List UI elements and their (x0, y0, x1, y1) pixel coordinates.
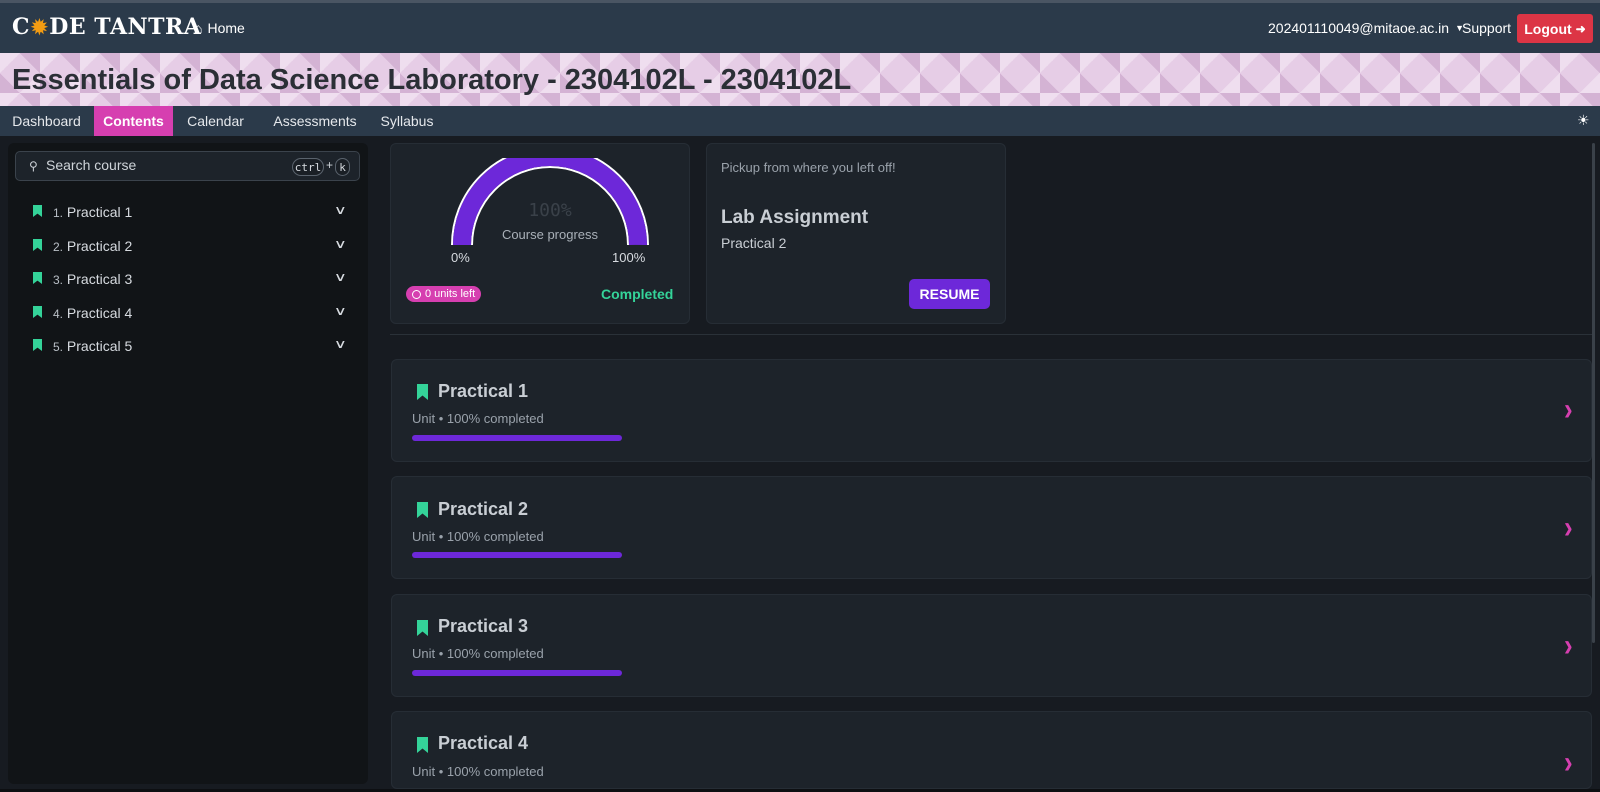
sidebar-item-label: 2. Practical 2 (53, 238, 132, 254)
sidebar-item-practical-1[interactable]: 1. Practical 1 ∨ (15, 197, 360, 227)
chevron-right-icon[interactable]: › (1564, 744, 1573, 781)
support-link[interactable]: Support (1462, 20, 1511, 36)
units-left-badge: 0 units left (406, 286, 482, 302)
home-label: Home (207, 20, 245, 36)
gauge-max-label: 100% (612, 250, 646, 265)
tab-contents[interactable]: Contents (94, 106, 173, 136)
clock-icon (412, 289, 421, 299)
shortcut-k-key: k (335, 158, 350, 176)
unit-title: Practical 4 (438, 733, 529, 753)
gear-logo-icon: ✹ (31, 15, 49, 39)
bookmark-icon (33, 339, 42, 351)
unit-card-practical-3[interactable] (391, 594, 1592, 697)
bookmark-icon (33, 205, 42, 217)
chevron-right-icon[interactable]: › (1564, 391, 1573, 428)
unit-subtitle: Unit • 100% completed (412, 646, 544, 661)
gauge-min-label: 0% (451, 250, 470, 265)
logout-label: Logout (1524, 20, 1572, 37)
tab-calendar[interactable]: Calendar (173, 106, 258, 136)
sidebar-item-label: 3. Practical 3 (53, 271, 132, 287)
unit-card-practical-2[interactable] (391, 476, 1592, 579)
progress-percent: 100% (528, 200, 572, 221)
unit-subtitle: Unit • 100% completed (412, 764, 544, 779)
home-icon: ⌂ (194, 20, 203, 36)
unit-title: Practical 3 (438, 616, 529, 636)
units-left-text: 0 units left (425, 288, 476, 300)
sidebar-item-number: 5. (53, 340, 64, 354)
resume-subtitle: Practical 2 (721, 235, 787, 251)
unit-card-practical-4[interactable] (391, 711, 1592, 789)
sidebar-item-practical-4[interactable]: 4. Practical 4 ∨ (15, 298, 360, 328)
chevron-down-icon[interactable]: ∨ (334, 203, 347, 217)
chevron-right-icon[interactable]: › (1564, 509, 1573, 546)
sidebar-item-text: Practical 3 (66, 271, 133, 287)
sidebar-item-practical-2[interactable]: 2. Practical 2 ∨ (15, 231, 360, 261)
unit-progress-bar (412, 552, 622, 558)
bookmark-icon (33, 272, 42, 284)
sidebar-item-number: 2. (53, 240, 64, 254)
chevron-right-icon[interactable]: › (1564, 627, 1573, 664)
unit-progress-bar (412, 670, 622, 676)
bookmark-icon (33, 239, 42, 251)
resume-title: Lab Assignment (721, 207, 869, 228)
sidebar-item-practical-5[interactable]: 5. Practical 5 ∨ (15, 331, 360, 361)
logout-button[interactable]: Logout ➜ (1517, 14, 1593, 43)
sidebar-item-label: 4. Practical 4 (53, 305, 132, 321)
sidebar-item-practical-3[interactable]: 3. Practical 3 ∨ (15, 264, 360, 294)
sidebar-item-label: 1. Practical 1 (53, 204, 132, 220)
tab-dashboard[interactable]: Dashboard (0, 106, 93, 136)
search-placeholder: Search course (46, 157, 137, 173)
logout-icon: ➜ (1575, 21, 1586, 36)
codetantra-logo[interactable]: C ✹ DE TANTRA (12, 13, 201, 41)
sidebar-item-number: 3. (53, 273, 64, 287)
user-menu[interactable]: 202401110049@mitaoe.ac.in ▼ (1268, 20, 1464, 36)
shortcut-ctrl-key: ctrl (292, 158, 324, 176)
resume-hint: Pickup from where you left off! (721, 160, 896, 175)
unit-title: Practical 1 (438, 381, 529, 401)
chevron-down-icon[interactable]: ∨ (334, 304, 347, 318)
unit-title: Practical 2 (438, 499, 529, 519)
chevron-down-icon[interactable]: ∨ (334, 270, 347, 284)
course-title: Essentials of Data Science Laboratory - … (12, 64, 852, 96)
sidebar-item-label: 5. Practical 5 (53, 338, 132, 354)
theme-toggle-icon[interactable]: ☀ (1577, 112, 1590, 129)
sidebar-item-text: Practical 5 (66, 338, 133, 354)
unit-progress-bar (412, 435, 622, 441)
resume-button[interactable]: RESUME (909, 279, 990, 309)
content-divider (390, 334, 1592, 335)
chevron-down-icon[interactable]: ∨ (334, 237, 347, 251)
search-icon: ⚲ (29, 159, 38, 173)
home-link[interactable]: ⌂ Home (194, 20, 245, 36)
sidebar-item-text: Practical 1 (66, 204, 133, 220)
sidebar-item-number: 1. (53, 206, 64, 220)
content-scrollbar[interactable] (1592, 143, 1595, 643)
tab-assessments[interactable]: Assessments (259, 106, 371, 136)
completion-status: Completed (601, 286, 674, 302)
shortcut-plus: + (326, 158, 334, 172)
unit-subtitle: Unit • 100% completed (412, 411, 544, 426)
user-email: 202401110049@mitaoe.ac.in (1268, 20, 1450, 36)
sidebar-item-number: 4. (53, 307, 64, 321)
sidebar-item-text: Practical 4 (66, 305, 133, 321)
progress-caption: Course progress (501, 227, 599, 242)
tab-syllabus[interactable]: Syllabus (372, 106, 442, 136)
bookmark-icon (33, 306, 42, 318)
unit-subtitle: Unit • 100% completed (412, 529, 544, 544)
chevron-down-icon[interactable]: ∨ (334, 337, 347, 351)
sidebar-item-text: Practical 2 (66, 238, 133, 254)
unit-card-practical-1[interactable] (391, 359, 1592, 462)
